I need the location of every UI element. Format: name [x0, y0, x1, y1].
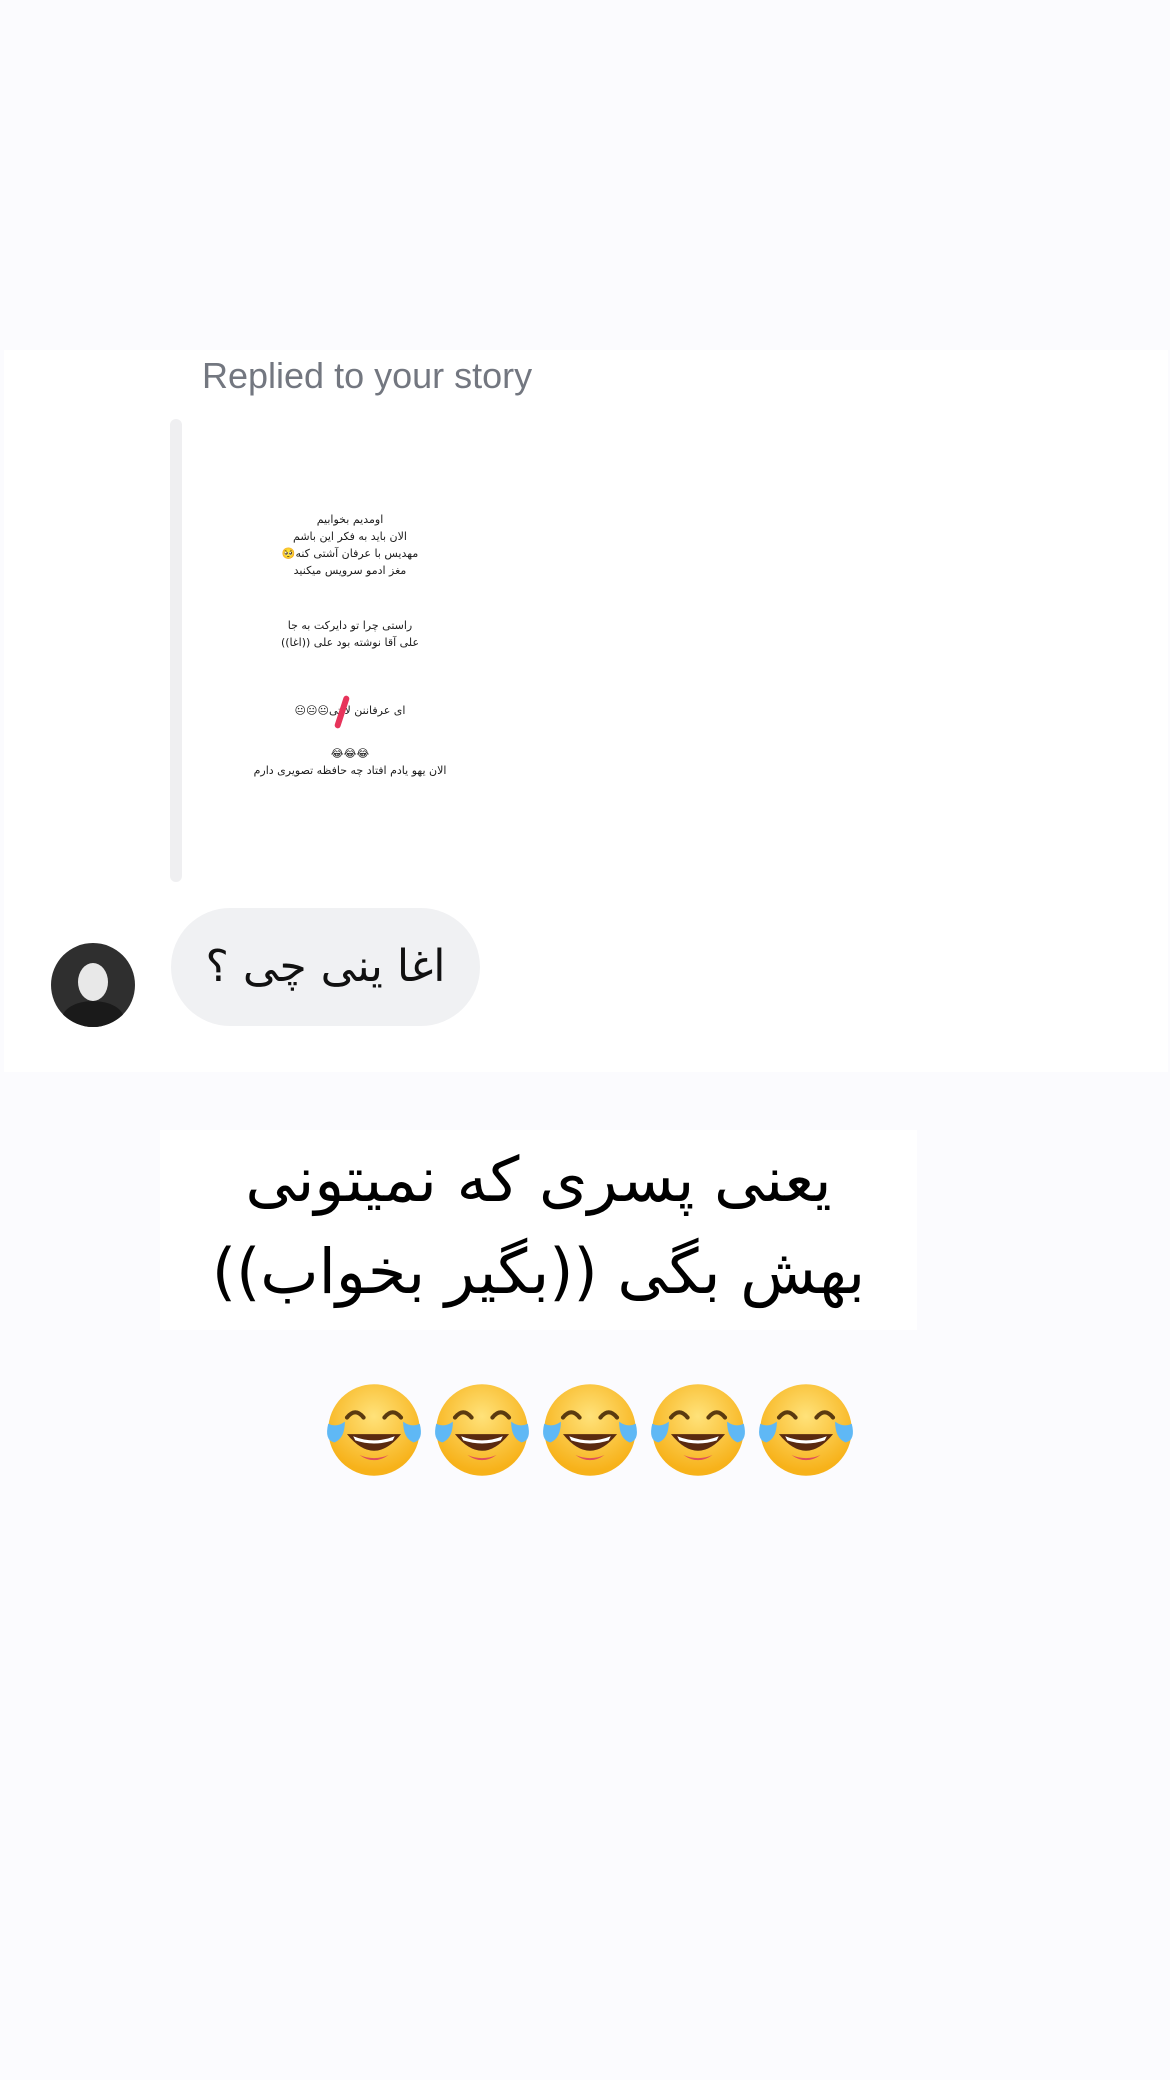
- avatar-silhouette-body: [62, 1001, 124, 1027]
- tears-of-joy-icon: [759, 1384, 853, 1476]
- story-text-line: الان باید به فکر این باشم: [293, 530, 407, 543]
- replied-to-story-label: Replied to your story: [202, 355, 533, 396]
- message-text: اغا ینی چی ؟: [205, 941, 446, 992]
- reply-quote-bar: [170, 419, 182, 882]
- story-thumbnail[interactable]: اومدیم بخوابیم الان باید به فکر این باشم…: [200, 419, 500, 882]
- story-text-line: علی آقا نوشته بود علی ((اغا)): [280, 636, 420, 649]
- story-text-line: مهدیس با عرفان آشتی کنه🥺: [281, 547, 419, 560]
- laughing-emoji-row: [322, 1378, 872, 1490]
- story-text-line: الان یهو یادم افتاد چه حافظه تصویری دارم: [253, 764, 447, 777]
- tears-of-joy-icon: [327, 1384, 421, 1476]
- story-text-line: 😂😂😂: [330, 747, 370, 760]
- tears-of-joy-icon: [651, 1384, 745, 1476]
- sender-avatar[interactable]: [51, 943, 135, 1027]
- tears-of-joy-icon: [543, 1384, 637, 1476]
- caption-line-2: بهش بگی ((بگیر بخواب)): [211, 1235, 866, 1308]
- caption-line-1: یعنی پسری که نمیتونی: [245, 1143, 832, 1216]
- caption-box: یعنی پسری که نمیتونی بهش بگی ((بگیر بخوا…: [160, 1130, 917, 1330]
- message-bubble[interactable]: اغا ینی چی ؟: [171, 908, 480, 1026]
- story-text-line: ای عرفاننن لانتی😐😐😐: [294, 704, 406, 717]
- story-text-line: اومدیم بخوابیم: [316, 513, 384, 526]
- avatar-silhouette-face: [78, 963, 108, 1001]
- story-text-line: مغز ادمو سرویس میکنید: [293, 564, 407, 577]
- tears-of-joy-icon: [435, 1384, 529, 1476]
- story-text-line: راستی چرا تو دایرکت به جا: [287, 619, 413, 632]
